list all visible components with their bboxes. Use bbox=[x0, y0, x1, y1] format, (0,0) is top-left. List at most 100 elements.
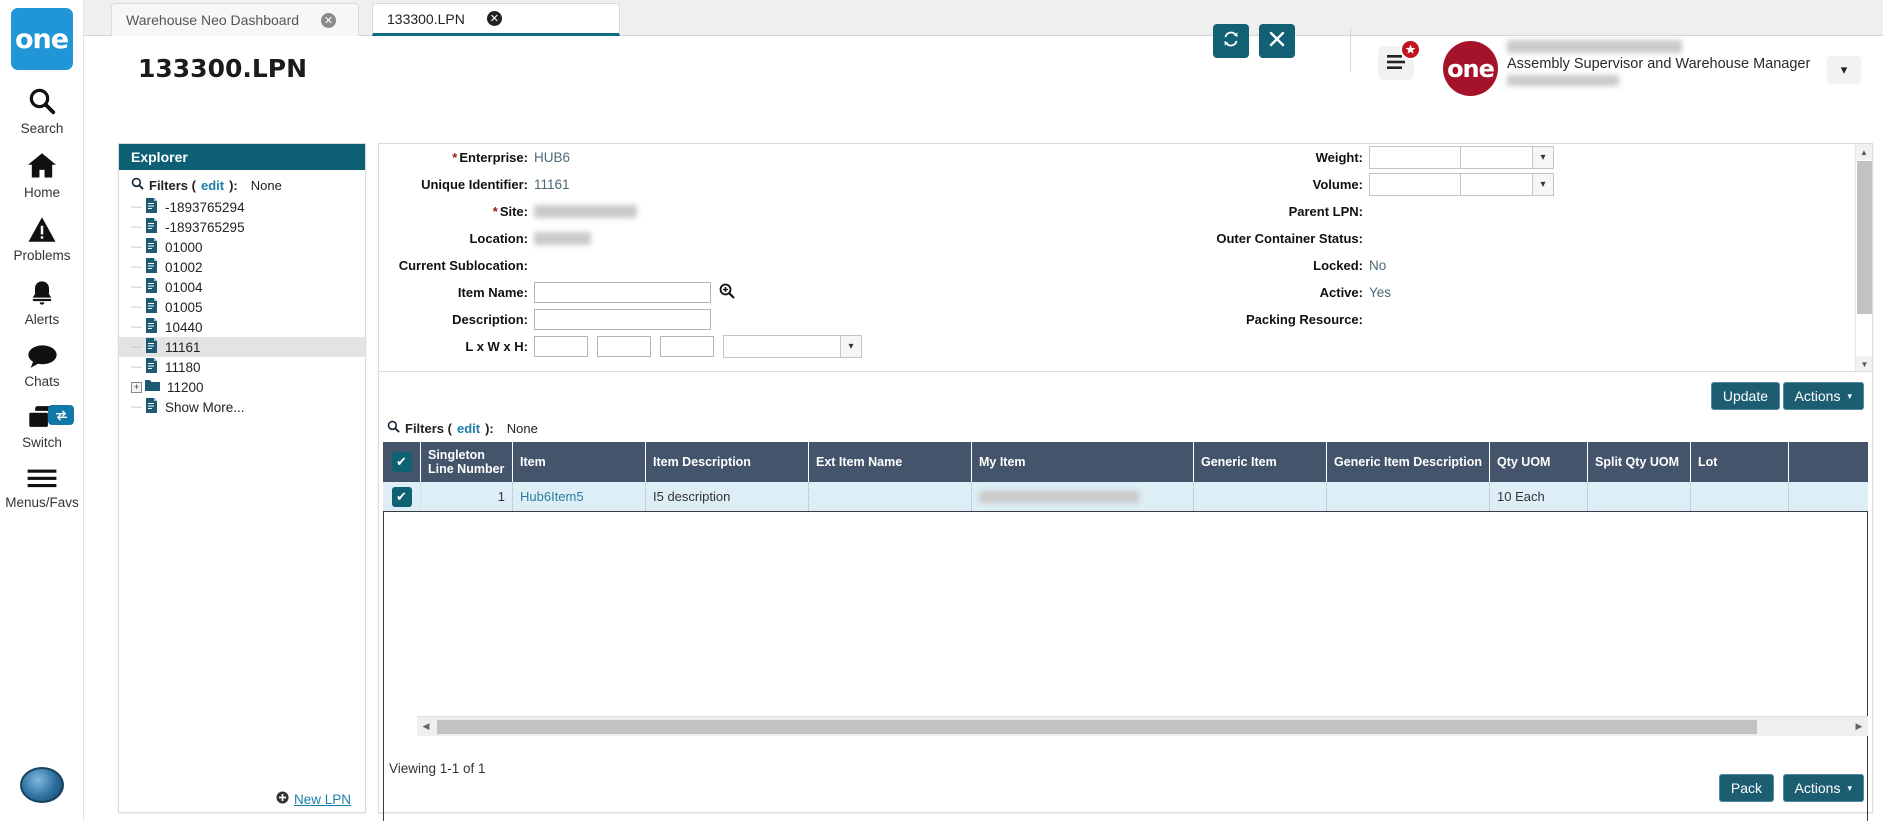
form-label-colon: : bbox=[1358, 150, 1363, 165]
value-uom-group: ▾ bbox=[1369, 146, 1554, 169]
grid-column-header[interactable]: Generic Item Description bbox=[1327, 442, 1490, 482]
explorer-tree-item[interactable]: — 01005 bbox=[119, 297, 365, 317]
tab-133300-lpn[interactable]: 133300.LPN ✕ bbox=[372, 3, 620, 36]
weight-uom-input[interactable] bbox=[1461, 146, 1533, 169]
form-actions-button[interactable]: Actions ▾ bbox=[1782, 382, 1864, 410]
explorer-tree: — -1893765294 — -1893765295 — 01000 — 01002 — 010… bbox=[119, 197, 365, 417]
grid-column-header[interactable]: Ext Item Name bbox=[809, 442, 972, 482]
table-row[interactable]: ✔ 1 Hub6Item5 I5 description 10 Each bbox=[383, 482, 1868, 512]
form-label-colon: : bbox=[1358, 204, 1363, 219]
grid-column-header[interactable]: Item Description bbox=[646, 442, 809, 482]
rail-item-chats[interactable]: Chats bbox=[0, 343, 84, 389]
grid-column-header[interactable]: Item bbox=[513, 442, 646, 482]
scroll-down-icon[interactable]: ▼ bbox=[1856, 356, 1872, 371]
chevron-down-icon[interactable]: ▾ bbox=[1533, 146, 1554, 169]
grid-column-header[interactable]: Generic Item bbox=[1194, 442, 1327, 482]
select-all-checkbox[interactable]: ✔ bbox=[391, 452, 412, 472]
grid-filters[interactable]: Filters (edit): None bbox=[379, 416, 538, 440]
hscroll-thumb[interactable] bbox=[437, 719, 1757, 734]
grid-cell-link[interactable]: Hub6Item5 bbox=[520, 489, 584, 504]
grid-filters-edit-link[interactable]: edit bbox=[457, 421, 480, 436]
form-value-text: HUB6 bbox=[534, 150, 571, 165]
grid-column-header[interactable]: Singleton Line Number bbox=[421, 442, 513, 482]
volume-uom-input[interactable] bbox=[1461, 173, 1533, 196]
weight-input[interactable] bbox=[1369, 146, 1461, 169]
form-label: Parent LPN: bbox=[979, 204, 1369, 219]
left-nav-rail: one Search Home Problems Alerts Chats Sw… bbox=[0, 0, 84, 821]
grid-select-all-cell[interactable]: ✔ bbox=[383, 442, 421, 482]
user-menu-chevron-down-icon[interactable]: ▾ bbox=[1827, 56, 1861, 84]
grid-column-header[interactable]: My Item bbox=[972, 442, 1194, 482]
close-page-button[interactable] bbox=[1259, 24, 1295, 58]
dimension-h-input[interactable] bbox=[660, 336, 714, 357]
magnifier-plus-icon[interactable] bbox=[719, 283, 735, 302]
rail-item-problems[interactable]: Problems bbox=[0, 216, 84, 263]
dimension-uom-input[interactable] bbox=[723, 335, 841, 358]
explorer-filters-edit-link[interactable]: edit bbox=[201, 178, 224, 193]
explorer-tree-item[interactable]: — Show More... bbox=[119, 397, 365, 417]
tree-connector: — bbox=[131, 401, 142, 413]
row-checkbox[interactable]: ✔ bbox=[391, 486, 412, 507]
new-lpn-row[interactable]: New LPN bbox=[119, 786, 365, 812]
item-name-input[interactable] bbox=[534, 282, 711, 303]
explorer-tree-item-label: 01004 bbox=[165, 279, 203, 295]
explorer-tree-item[interactable]: — 01000 bbox=[119, 237, 365, 257]
bell-icon bbox=[28, 279, 56, 309]
new-lpn-link[interactable]: New LPN bbox=[294, 792, 351, 807]
search-icon bbox=[27, 86, 57, 118]
dimension-w-input[interactable] bbox=[597, 336, 651, 357]
rail-item-alerts[interactable]: Alerts bbox=[0, 279, 84, 327]
explorer-tree-item[interactable]: — 01002 bbox=[119, 257, 365, 277]
scroll-thumb[interactable] bbox=[1857, 161, 1872, 314]
explorer-tree-item[interactable]: — 01004 bbox=[119, 277, 365, 297]
dimension-l-input[interactable] bbox=[534, 336, 588, 357]
document-icon bbox=[145, 238, 158, 256]
tab-warehouse-neo-dashboard[interactable]: Warehouse Neo Dashboard ✕ bbox=[111, 3, 359, 36]
tree-connector: — bbox=[131, 341, 142, 353]
required-asterisk: * bbox=[492, 204, 498, 219]
tab-close-icon[interactable]: ✕ bbox=[321, 12, 337, 28]
form-row: Parent LPN: bbox=[979, 198, 1579, 225]
explorer-filters[interactable]: Filters (edit): None bbox=[119, 170, 365, 197]
avatar[interactable] bbox=[20, 767, 64, 803]
grid-column-header[interactable]: Lot bbox=[1691, 442, 1789, 482]
description-input[interactable] bbox=[534, 309, 711, 330]
update-button[interactable]: Update bbox=[1710, 382, 1780, 410]
explorer-tree-item[interactable]: — 11180 bbox=[119, 357, 365, 377]
explorer-tree-item[interactable]: — 11161 bbox=[119, 337, 365, 357]
volume-input[interactable] bbox=[1369, 173, 1461, 196]
explorer-tree-item-label: -1893765294 bbox=[165, 199, 245, 215]
chevron-down-icon[interactable]: ▾ bbox=[1533, 173, 1554, 196]
one-logo[interactable]: one bbox=[10, 8, 73, 70]
explorer-tree-item-label: 01005 bbox=[165, 299, 203, 315]
scroll-right-icon[interactable]: ▶ bbox=[1850, 717, 1868, 737]
grid-horizontal-scrollbar[interactable]: ◀ ▶ bbox=[417, 716, 1868, 736]
refresh-button[interactable] bbox=[1213, 24, 1249, 58]
scroll-left-icon[interactable]: ◀ bbox=[417, 717, 435, 737]
expand-plus-icon[interactable]: + bbox=[131, 381, 142, 393]
rail-item-search[interactable]: Search bbox=[0, 86, 84, 136]
rail-item-home[interactable]: Home bbox=[0, 152, 84, 200]
required-asterisk: * bbox=[452, 150, 458, 165]
switch-toggle-badge[interactable] bbox=[48, 405, 74, 425]
lpn-detail-card: * Enterprise: HUB6 Unique Identifier: 11161 *… bbox=[378, 143, 1873, 821]
form-label-text: L x W x H bbox=[465, 339, 524, 354]
form-label-colon: : bbox=[523, 150, 528, 165]
grid-actions-button[interactable]: Actions ▾ bbox=[1782, 774, 1864, 802]
grid-column-header[interactable]: Qty UOM bbox=[1490, 442, 1588, 482]
tab-close-icon[interactable]: ✕ bbox=[486, 11, 502, 26]
chevron-down-icon[interactable]: ▾ bbox=[841, 335, 862, 358]
explorer-tree-item[interactable]: +11200 bbox=[119, 377, 365, 397]
explorer-tree-item[interactable]: — -1893765294 bbox=[119, 197, 365, 217]
explorer-tree-item[interactable]: — -1893765295 bbox=[119, 217, 365, 237]
grid-column-header[interactable]: Split Qty UOM bbox=[1588, 442, 1691, 482]
form-label-text: Active bbox=[1319, 285, 1359, 300]
scroll-up-icon[interactable]: ▲ bbox=[1856, 144, 1872, 160]
rail-item-switch[interactable]: Switch bbox=[0, 405, 84, 450]
rail-item-menus-favs[interactable]: Menus/Favs bbox=[0, 466, 84, 510]
user-info-block[interactable]: Assembly Supervisor and Warehouse Manage… bbox=[1507, 40, 1837, 86]
explorer-tree-item[interactable]: — 10440 bbox=[119, 317, 365, 337]
row-select-cell[interactable]: ✔ bbox=[383, 482, 421, 511]
form-vertical-scrollbar[interactable]: ▲ ▼ bbox=[1855, 144, 1872, 371]
pack-button[interactable]: Pack bbox=[1718, 774, 1774, 802]
